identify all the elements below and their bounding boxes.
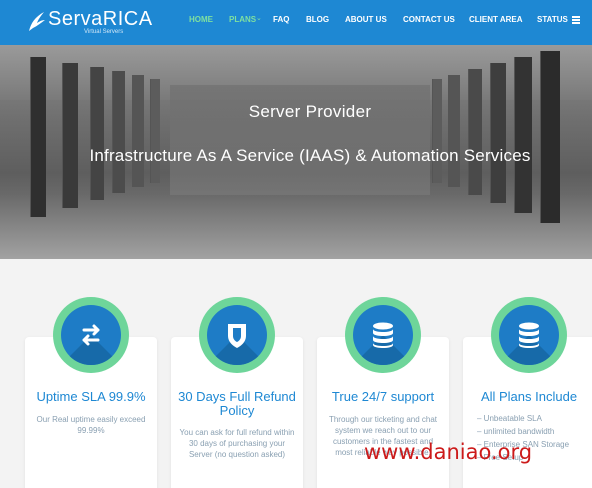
database-icon <box>519 322 539 348</box>
list-item: – Unbeatable SLA <box>477 414 542 423</box>
hamburger-menu-icon[interactable] <box>572 16 580 24</box>
server-rack-image <box>448 75 460 187</box>
feature-icon-badge <box>53 297 129 373</box>
feature-title: 30 Days Full Refund Policy <box>178 389 296 418</box>
nav-item-blog[interactable]: BLOG <box>306 15 329 25</box>
server-rack-image <box>132 75 144 187</box>
chevron-down-icon[interactable]: ⌄ <box>256 14 262 24</box>
nav-item-home[interactable]: HOME <box>189 15 213 25</box>
server-rack-image <box>112 71 125 193</box>
feature-icon-badge <box>345 297 421 373</box>
hero-floor <box>0 195 592 259</box>
nav-item-status[interactable]: STATUS <box>537 15 568 25</box>
hero-banner: Server Provider Infrastructure As A Serv… <box>0 45 592 259</box>
feature-title: All Plans Include <box>480 389 578 404</box>
nav-item-contact-us[interactable]: CONTACT US <box>403 15 455 25</box>
server-rack-image <box>90 67 104 200</box>
feature-icon-badge <box>491 297 567 373</box>
exchange-arrows-icon <box>82 324 100 346</box>
nav-item-plans[interactable]: PLANS <box>229 15 256 25</box>
feature-text: Our Real uptime easily exceed 99.99% <box>36 415 146 435</box>
feature-icon-badge <box>199 297 275 373</box>
shield-icon <box>228 324 246 348</box>
top-navbar: ServaRICA Virtual Servers HOME PLANS ⌄ F… <box>0 0 592 45</box>
feature-title: Uptime SLA 99.9% <box>36 389 146 404</box>
list-item: – unlimited bandwidth <box>477 427 555 436</box>
server-rack-image <box>62 63 78 208</box>
nav-item-faq[interactable]: FAQ <box>273 15 289 25</box>
server-rack-image <box>468 69 482 195</box>
feature-title: True 24/7 support <box>331 389 435 404</box>
watermark-text: www.daniao.org <box>364 440 533 464</box>
hero-subtitle: Infrastructure As A Service (IAAS) & Aut… <box>89 146 531 165</box>
server-rack-image <box>150 79 160 183</box>
nav-item-about-us[interactable]: ABOUT US <box>345 15 387 25</box>
hero-title: Server Provider <box>248 102 372 121</box>
server-rack-image <box>432 79 442 183</box>
nav-item-client-area[interactable]: CLIENT AREA <box>469 15 522 25</box>
server-rack-image <box>30 57 46 217</box>
server-rack-image <box>514 57 532 213</box>
server-rack-image <box>490 63 506 203</box>
main-menu: HOME PLANS ⌄ FAQ BLOG ABOUT US CONTACT U… <box>0 0 592 45</box>
feature-text: You can ask for full refund within 30 da… <box>179 428 295 459</box>
server-rack-image <box>540 51 560 223</box>
database-icon <box>373 322 393 348</box>
